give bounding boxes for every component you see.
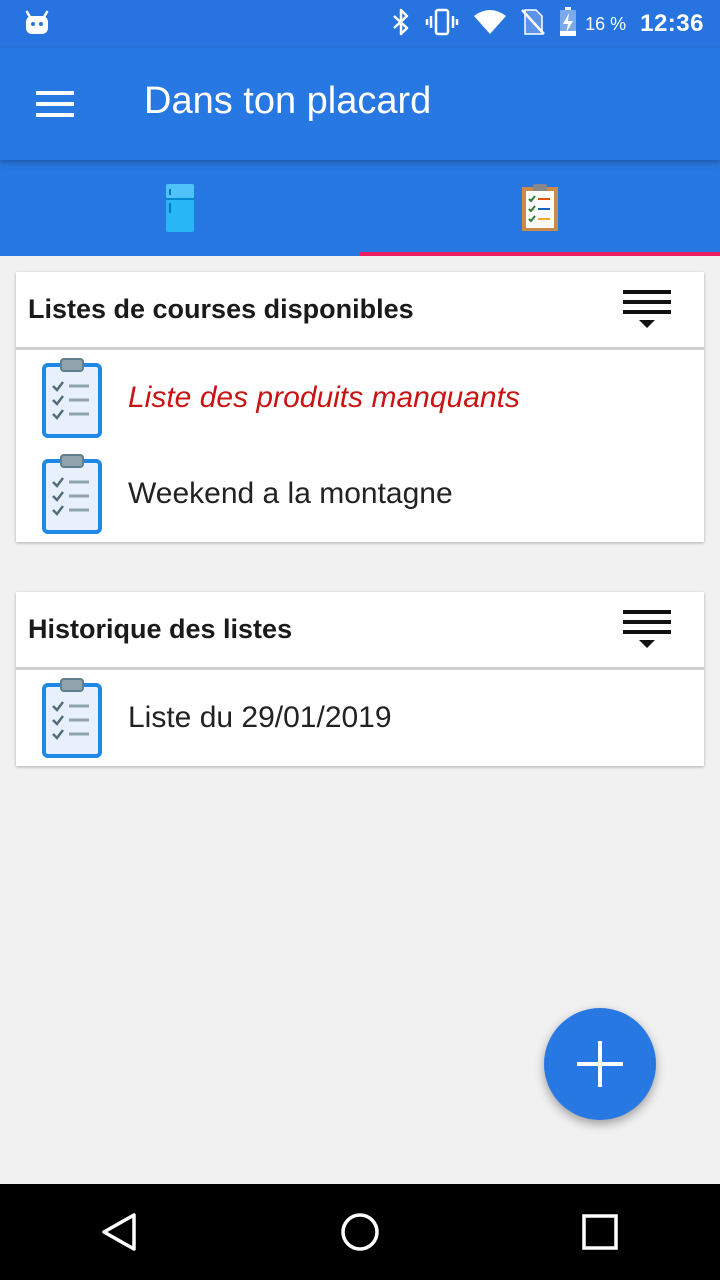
home-circle-icon bbox=[341, 1213, 379, 1251]
history-sort-button[interactable] bbox=[620, 604, 676, 656]
no-sim-icon bbox=[521, 8, 545, 41]
home-button[interactable] bbox=[312, 1184, 408, 1280]
app-title: Dans ton placard bbox=[144, 80, 432, 122]
menu-button[interactable] bbox=[24, 78, 88, 130]
android-icon bbox=[24, 10, 50, 41]
list-item-label: Liste des produits manquants bbox=[128, 381, 520, 414]
add-list-button[interactable] bbox=[544, 1008, 656, 1120]
tab-bar bbox=[0, 160, 720, 256]
tab-fridge[interactable] bbox=[0, 160, 360, 256]
history-header: Historique des listes bbox=[16, 592, 704, 670]
tab-shopping-lists[interactable] bbox=[360, 160, 720, 256]
plus-icon bbox=[577, 1041, 623, 1087]
clock: 12:36 bbox=[640, 10, 704, 37]
list-item[interactable]: Weekend a la montagne bbox=[16, 446, 704, 542]
battery-percentage: 16 % bbox=[585, 13, 627, 34]
list-item[interactable]: Liste des produits manquants bbox=[16, 350, 704, 446]
clipboard-list-icon bbox=[42, 678, 102, 758]
status-icons: 16 % 12:36 bbox=[391, 0, 704, 48]
available-lists-title: Listes de courses disponibles bbox=[28, 294, 414, 324]
list-item-label: Weekend a la montagne bbox=[128, 477, 453, 510]
checklist-icon bbox=[522, 184, 558, 231]
list-item-label: Liste du 29/01/2019 bbox=[128, 701, 392, 734]
sort-menu-icon bbox=[623, 289, 671, 328]
clipboard-list-icon bbox=[42, 358, 102, 438]
available-lists-card: Listes de courses disponibles Liste des … bbox=[16, 272, 704, 542]
available-lists-header: Listes de courses disponibles bbox=[16, 272, 704, 350]
back-triangle-icon bbox=[102, 1213, 136, 1251]
back-button[interactable] bbox=[72, 1184, 168, 1280]
clipboard-list-icon bbox=[42, 454, 102, 534]
recents-button[interactable] bbox=[552, 1184, 648, 1280]
available-lists-sort-button[interactable] bbox=[620, 284, 676, 336]
history-card: Historique des listes Liste du 29/01/201… bbox=[16, 592, 704, 766]
hamburger-menu-icon bbox=[36, 91, 74, 117]
list-item[interactable]: Liste du 29/01/2019 bbox=[16, 670, 704, 766]
battery-charging-icon bbox=[559, 6, 577, 42]
status-bar: 16 % 12:36 bbox=[0, 0, 720, 48]
recents-square-icon bbox=[582, 1214, 618, 1250]
history-title: Historique des listes bbox=[28, 614, 293, 644]
app-bar: Dans ton placard bbox=[0, 48, 720, 160]
wifi-icon bbox=[473, 9, 507, 40]
vibrate-icon bbox=[425, 8, 459, 41]
sort-menu-icon bbox=[623, 609, 671, 648]
system-nav-bar bbox=[0, 1184, 720, 1280]
bluetooth-icon bbox=[391, 8, 411, 41]
fridge-icon bbox=[166, 184, 194, 232]
